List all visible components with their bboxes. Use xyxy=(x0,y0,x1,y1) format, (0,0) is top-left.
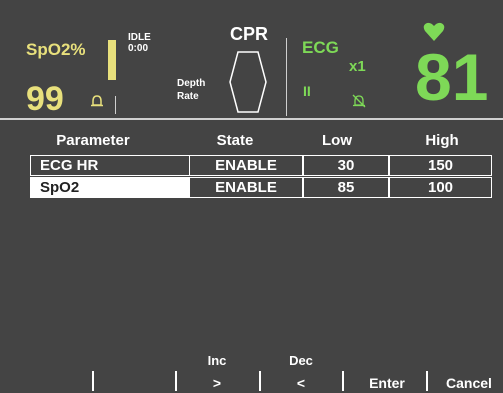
column-header-low: Low xyxy=(322,132,352,149)
spo2-divider xyxy=(115,96,116,114)
softkey-divider xyxy=(342,371,344,391)
row-state-cell[interactable]: ENABLE xyxy=(189,155,303,176)
cpr-hexagon-icon xyxy=(228,50,268,119)
softkey-enter-button[interactable]: Enter xyxy=(352,375,422,391)
spo2-value: 99 xyxy=(26,80,64,118)
softkey-divider xyxy=(259,371,261,391)
softkey-dec-label: Dec xyxy=(289,353,313,368)
bell-icon xyxy=(90,94,104,113)
alarm-off-icon xyxy=(352,94,366,113)
softkey-divider xyxy=(426,371,428,391)
row-parameter-cell[interactable]: SpO2 xyxy=(30,177,190,198)
row-state-cell[interactable]: ENABLE xyxy=(189,177,303,198)
softkey-inc-button[interactable]: > xyxy=(192,375,242,391)
row-high-cell[interactable]: 150 xyxy=(389,155,492,176)
column-header-high: High xyxy=(425,132,459,149)
softkey-cancel-button[interactable]: Cancel xyxy=(436,375,502,391)
spo2-label: SpO2% xyxy=(26,40,86,59)
status-mode: IDLE xyxy=(128,32,151,43)
row-low-cell[interactable]: 30 xyxy=(303,155,389,176)
softkey-inc-label: Inc xyxy=(207,353,227,368)
ecg-label: ECG xyxy=(302,38,339,57)
status-time: 0:00 xyxy=(128,43,149,54)
table-row[interactable]: ECG HR ENABLE 30 150 xyxy=(30,155,492,176)
column-header-state: State xyxy=(216,132,254,149)
softkey-dec-button[interactable]: < xyxy=(276,375,326,391)
row-high-cell[interactable]: 100 xyxy=(389,177,492,198)
cpr-rate-label: Rate xyxy=(177,91,199,102)
row-low-cell[interactable]: 85 xyxy=(303,177,389,198)
cpr-depth-label: Depth xyxy=(177,78,206,89)
ecg-lead: II xyxy=(303,83,311,99)
row-parameter-cell[interactable]: ECG HR xyxy=(30,155,190,176)
ecg-gain: x1 xyxy=(349,58,366,75)
spo2-level-bar xyxy=(108,40,116,80)
softkey-divider xyxy=(175,371,177,391)
column-header-parameter: Parameter xyxy=(56,132,130,149)
softkey-divider xyxy=(92,371,94,391)
header-separator xyxy=(0,118,503,120)
header-divider xyxy=(286,38,287,116)
heart-rate-value: 81 xyxy=(415,40,489,114)
table-row[interactable]: SpO2 ENABLE 85 100 xyxy=(30,177,492,198)
cpr-title: CPR xyxy=(230,24,269,44)
